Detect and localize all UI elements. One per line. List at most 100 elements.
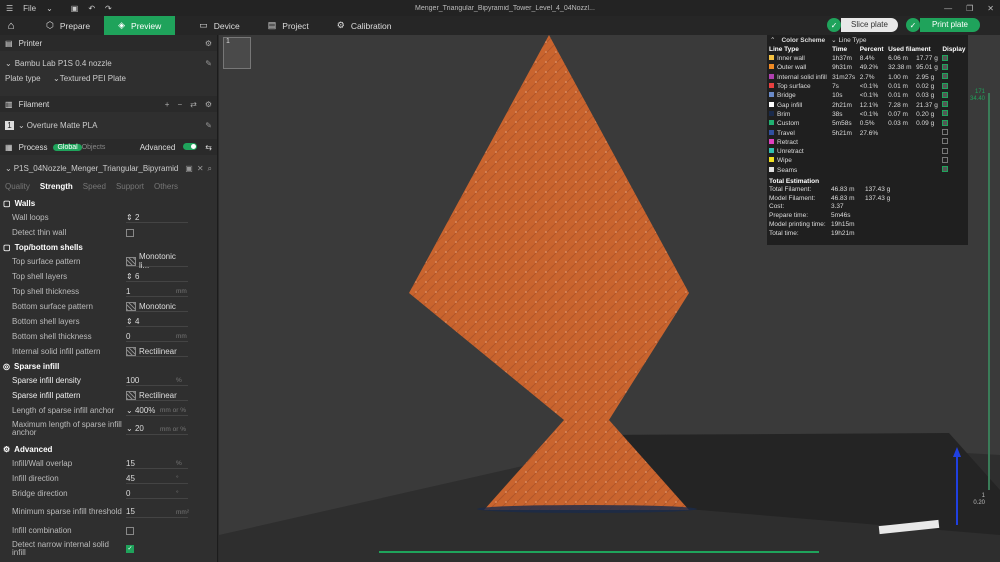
filament-name: Overture Matte PLA — [26, 121, 98, 130]
advanced-toggle[interactable] — [183, 142, 198, 150]
minimize-icon[interactable]: — — [944, 4, 952, 13]
percent-cell — [858, 147, 886, 156]
bottom-shell-layers-input[interactable]: ⇕ 4 — [126, 316, 188, 327]
sparse-infill-density-row: Sparse infill density 100% — [0, 373, 217, 388]
detect-thin-wall-checkbox[interactable] — [126, 228, 134, 237]
file-menu[interactable]: File — [23, 4, 36, 13]
save-icon[interactable]: ▣ — [71, 4, 79, 13]
estimation-value: 3.37 — [831, 203, 844, 211]
display-checkbox[interactable] — [942, 119, 949, 126]
length-cell — [886, 147, 914, 156]
printer-icon: ▤ — [5, 38, 13, 48]
maximize-icon[interactable]: ❐ — [966, 4, 973, 13]
compare-icon[interactable]: ⇆ — [205, 143, 212, 152]
display-checkbox[interactable] — [942, 101, 949, 108]
display-checkbox[interactable] — [942, 156, 949, 163]
bridge-direction-row: Bridge direction 0 ° — [0, 486, 217, 501]
estimation-key: Total time: — [769, 229, 799, 237]
time-cell: 7s — [832, 83, 839, 91]
tab-others[interactable]: Others — [154, 182, 178, 191]
home-icon[interactable]: ⌂ — [0, 20, 22, 32]
color-swatch — [769, 138, 774, 144]
color-swatch — [769, 129, 774, 135]
bottom-surface-pattern-select[interactable]: Monotonic — [126, 301, 188, 312]
internal-solid-infill-pattern-select[interactable]: Rectilinear — [126, 346, 188, 357]
filament-row[interactable]: 1 ⌄ Overture Matte PLA ✎ — [0, 118, 217, 133]
col-percent: Percent — [859, 46, 884, 53]
tab-strength[interactable]: Strength — [40, 182, 73, 191]
display-cell — [940, 73, 968, 82]
slice-plate-button[interactable]: ✓ Slice plate — [827, 18, 898, 32]
remove-icon[interactable]: − — [177, 100, 182, 109]
edit-icon[interactable]: ✎ — [205, 59, 212, 68]
display-checkbox[interactable] — [942, 54, 949, 61]
objects-toggle[interactable]: Objects — [82, 144, 106, 151]
tab-speed[interactable]: Speed — [83, 182, 106, 191]
tab-device[interactable]: ▭ Device — [185, 16, 254, 35]
legend-row: Wipe — [767, 156, 968, 165]
process-preset-select[interactable]: ⌄ P1S_04Nozzle_Menger_Triangular_Bipyram… — [0, 161, 217, 176]
tab-label: Preview — [131, 20, 162, 31]
length-cell: 0.01 m — [888, 83, 908, 91]
tab-project[interactable]: ▤ Project — [254, 16, 323, 35]
undo-icon[interactable]: ↶ — [88, 4, 95, 13]
chevron-down-icon[interactable]: ⌄ — [46, 4, 53, 13]
display-cell — [940, 147, 968, 156]
legend-row: Brim 38s <0.1% 0.07 m 0.20 g — [767, 110, 968, 119]
redo-icon[interactable]: ↷ — [105, 4, 112, 13]
estimation-value-2: 137.43 g — [865, 185, 891, 193]
menu-icon[interactable]: ☰ — [6, 4, 13, 13]
display-checkbox[interactable] — [942, 82, 949, 89]
percent-cell — [858, 156, 886, 165]
display-checkbox[interactable] — [942, 138, 949, 145]
gear-icon[interactable]: ⚙ — [205, 100, 212, 109]
display-checkbox[interactable] — [942, 73, 949, 80]
param-label: Bottom shell thickness — [12, 332, 92, 341]
display-checkbox[interactable] — [942, 110, 949, 117]
param-unit: mm — [176, 288, 187, 295]
estimation-key: Model printing time: — [769, 221, 826, 229]
display-checkbox[interactable] — [942, 166, 949, 173]
edit-icon[interactable]: ✎ — [205, 121, 212, 130]
close-icon[interactable]: ✕ — [197, 164, 204, 174]
detect-narrow-checkbox[interactable]: ✓ — [126, 545, 134, 553]
infill-combination-checkbox[interactable] — [126, 526, 134, 535]
collapse-icon[interactable]: ⌃ — [770, 36, 775, 44]
search-icon[interactable]: ⌕ — [208, 164, 212, 174]
plate-thumbnail[interactable]: 1 — [223, 37, 251, 69]
sync-icon[interactable]: ⇄ — [190, 100, 197, 109]
legend-row: Inner wall 1h37m 8.4% 6.06 m 17.77 g — [767, 54, 968, 63]
display-checkbox[interactable] — [942, 147, 949, 154]
close-icon[interactable]: ✕ — [987, 4, 994, 13]
plate-type-select[interactable]: ⌄Textured PEI Plate — [53, 74, 126, 83]
top-surface-pattern-select[interactable]: Monotonic li... — [126, 252, 188, 270]
tab-calibration[interactable]: ⚙ Calibration — [323, 16, 406, 35]
gear-icon[interactable]: ⚙ — [205, 39, 212, 48]
tab-quality[interactable]: Quality — [5, 182, 30, 191]
display-checkbox[interactable] — [942, 63, 949, 70]
line-type-name: Travel — [777, 129, 795, 137]
pattern-icon — [126, 390, 136, 400]
tab-prepare[interactable]: ⬡ Prepare — [32, 16, 104, 35]
save-icon[interactable]: ▣ — [185, 164, 193, 174]
checkmark-icon: ✓ — [827, 18, 842, 32]
wall-loops-input[interactable]: ⇕ 2 — [126, 212, 188, 223]
global-toggle[interactable]: Global — [53, 143, 82, 151]
display-checkbox[interactable] — [942, 91, 949, 98]
tab-preview[interactable]: ◈ Preview — [104, 16, 176, 35]
tab-support[interactable]: Support — [116, 182, 144, 191]
top-shell-layers-row: Top shell layers ⇕ 6 — [0, 269, 217, 284]
top-shell-thickness-row: Top shell thickness 1 mm — [0, 284, 217, 299]
display-checkbox[interactable] — [942, 129, 949, 136]
time-cell: 10s — [832, 92, 843, 100]
top-shell-layers-input[interactable]: ⇕ 6 — [126, 271, 188, 282]
line-type-cell: Outer wall — [767, 63, 830, 72]
time-cell: 1h37m — [832, 55, 852, 63]
length-cell — [886, 138, 914, 147]
add-icon[interactable]: + — [165, 100, 170, 109]
sparse-infill-pattern-select[interactable]: Rectilinear — [126, 390, 188, 401]
param-value: 1 — [126, 286, 131, 296]
scheme-select[interactable]: ⌄ Line Type — [831, 36, 866, 44]
print-plate-button[interactable]: ✓ Print plate — [905, 18, 980, 32]
printer-select[interactable]: ⌄ Bambu Lab P1S 0.4 nozzle ✎ — [0, 56, 217, 71]
